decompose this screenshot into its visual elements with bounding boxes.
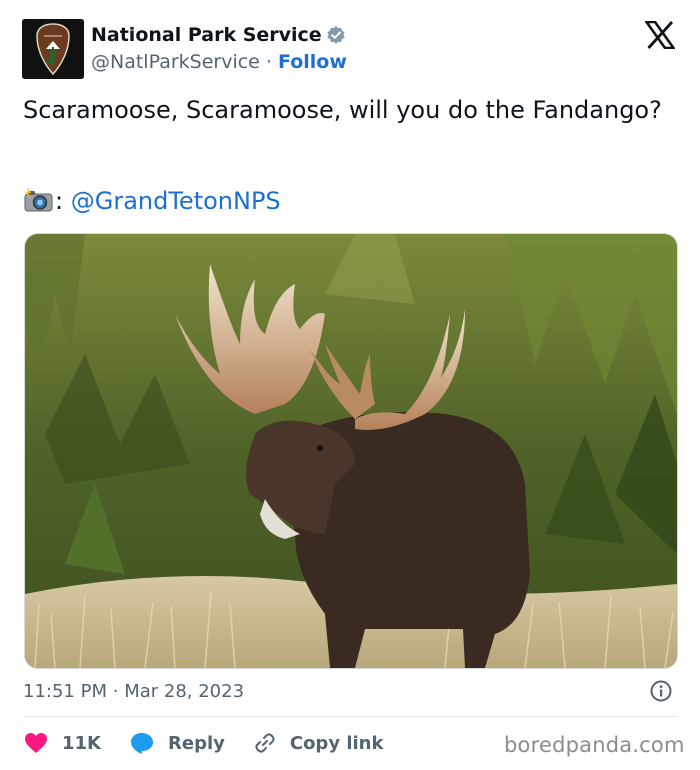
separator-dot: · — [112, 681, 119, 702]
photo-credit: : @GrandTetonNPS — [23, 186, 281, 217]
x-logo-icon[interactable] — [643, 20, 677, 50]
avatar[interactable] — [22, 19, 84, 79]
tweet-time: 11:51 PM — [23, 681, 107, 702]
follow-button[interactable]: Follow — [278, 51, 347, 73]
separator-dot: · — [265, 51, 272, 73]
author-name[interactable]: National Park Service — [91, 23, 322, 47]
verified-badge-icon — [326, 25, 346, 45]
tweet-photo[interactable] — [24, 233, 678, 669]
tweet-text: Scaramoose, Scaramoose, will you do the … — [23, 96, 662, 124]
tweet-timestamp[interactable]: 11:51 PM · Mar 28, 2023 — [23, 680, 244, 704]
reply-button[interactable]: Reply — [129, 731, 225, 755]
handle-row: @NatlParkService · Follow — [91, 50, 347, 74]
heart-icon — [25, 733, 47, 753]
like-count: 11K — [62, 732, 101, 754]
author-handle[interactable]: @NatlParkService — [91, 51, 260, 73]
link-icon — [255, 733, 275, 753]
credit-colon: : — [55, 187, 64, 215]
nps-arrowhead-logo — [22, 19, 84, 79]
divider — [23, 716, 676, 717]
copy-link-button[interactable]: Copy link — [253, 731, 384, 755]
reply-bubble-icon — [131, 733, 153, 754]
camera-flash-icon — [23, 187, 55, 213]
boredpanda-watermark: boredpanda.com — [504, 733, 685, 757]
reply-label: Reply — [168, 732, 225, 754]
like-button[interactable]: 11K — [23, 731, 101, 755]
moose-photo — [25, 234, 677, 668]
copy-link-label: Copy link — [289, 732, 384, 754]
info-icon[interactable] — [650, 680, 672, 702]
tweet-actions: 11K Reply Copy link — [23, 729, 411, 757]
mention-link[interactable]: @GrandTetonNPS — [71, 187, 281, 215]
tweet-date: Mar 28, 2023 — [124, 681, 245, 702]
